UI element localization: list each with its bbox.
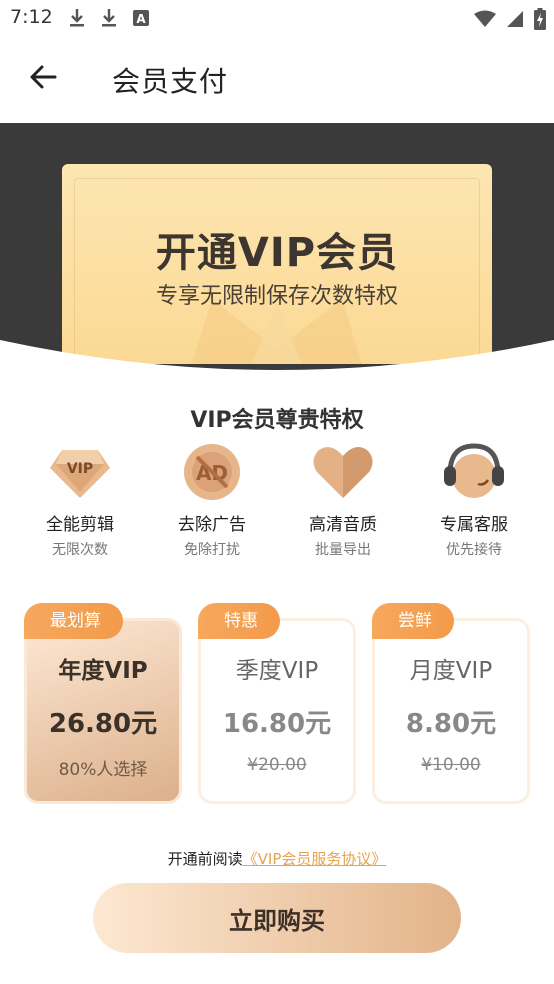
wifi-icon [474,10,496,27]
privileges-title: VIP会员尊贵特权 [190,408,364,433]
privilege-label: 去除广告 [178,515,246,535]
plan-card-monthly[interactable]: 尝鲜 月度VIP 8.80元 ¥10.00 [372,603,530,804]
plan-name: 季度VIP [235,658,319,684]
svg-text:A: A [136,12,146,26]
font-icon: A [133,10,149,26]
hero-curve [0,340,554,380]
download-icon [102,9,116,27]
plan-name: 月度VIP [409,658,493,684]
agreement-prefix: 开通前阅读 [167,850,243,868]
plan-price: 16.80元 [222,709,332,739]
plan-badge: 尝鲜 [372,603,454,639]
plan-price: 8.80元 [405,709,497,739]
privilege-label: 专属客服 [440,515,508,535]
privilege-desc: 免除打扰 [184,542,240,558]
plan-original-price: ¥20.00 [247,755,307,775]
privilege-item-service: 专属客服 优先接待 [414,440,534,559]
privilege-item-audio: 高清音质 批量导出 [283,440,403,559]
privilege-label: 全能剪辑 [46,515,114,535]
status-time: 7:12 [10,6,53,28]
plan-original-price: ¥10.00 [421,755,481,775]
plan-note: 80%人选择 [58,760,148,780]
vip-diamond-icon: VIP [48,440,112,504]
heart-icon [311,440,375,504]
download-icon [70,9,84,27]
privilege-label: 高清音质 [309,515,377,535]
buy-now-button[interactable]: 立即购买 [93,883,461,953]
service-agreement-link[interactable]: 《VIP会员服务协议》 [243,850,387,868]
signal-icon [507,11,523,27]
hero-title: 开通VIP会员 [155,230,399,276]
privilege-item-editing: VIP 全能剪辑 无限次数 [20,440,140,559]
plan-card-yearly[interactable]: 最划算 年度VIP 26.80元 80%人选择 [24,603,182,804]
plan-badge: 特惠 [198,603,280,639]
page-title: 会员支付 [112,65,229,98]
plan-card-quarterly[interactable]: 特惠 季度VIP 16.80元 ¥20.00 [198,603,356,804]
agreement-notice: 开通前阅读《VIP会员服务协议》 [0,848,554,869]
svg-text:VIP: VIP [67,461,93,477]
plan-name: 年度VIP [58,658,148,684]
privilege-desc: 优先接待 [446,542,502,558]
arrow-left-icon [30,65,57,89]
no-ad-icon: AD [180,440,244,504]
plan-price: 26.80元 [48,709,158,739]
privilege-desc: 批量导出 [315,542,371,558]
back-button[interactable] [26,60,60,94]
plan-badge: 最划算 [24,603,123,639]
privilege-item-no-ads: AD 去除广告 免除打扰 [152,440,272,559]
privilege-desc: 无限次数 [52,542,108,558]
battery-charging-icon [534,8,546,30]
app-header: 会员支付 [0,38,554,123]
headset-icon [442,440,506,504]
status-bar: 7:12 A [0,0,554,38]
